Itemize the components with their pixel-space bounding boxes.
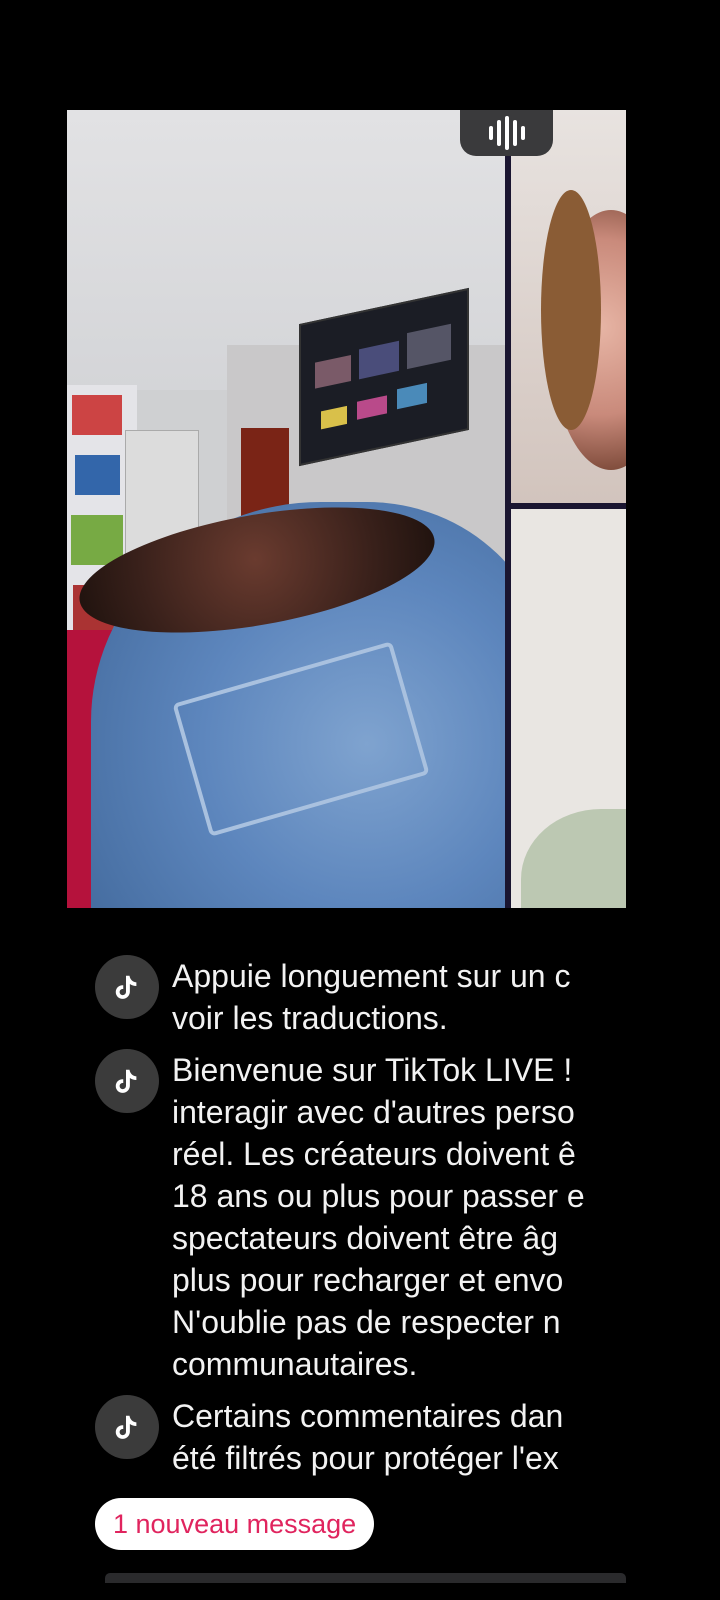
avatar[interactable] xyxy=(95,1049,159,1113)
host-video-feed[interactable] xyxy=(67,110,505,908)
tiktok-logo-icon xyxy=(115,1069,137,1093)
live-video-area[interactable] xyxy=(67,110,626,908)
comment-bar-edge xyxy=(105,1573,626,1583)
audio-wave-icon xyxy=(488,116,525,150)
avatar[interactable] xyxy=(95,955,159,1019)
audio-wave-button[interactable] xyxy=(460,110,553,156)
chat-message-text: Certains commentaires dan été filtrés po… xyxy=(172,1398,564,1476)
guest-video-feed-1[interactable] xyxy=(511,110,626,503)
guest-hair xyxy=(541,190,601,430)
chat-message: Appuie longuement sur un c voir les trad… xyxy=(95,955,626,1039)
chat-message: Certains commentaires dan été filtrés po… xyxy=(95,1395,626,1479)
guest-shirt xyxy=(521,809,626,908)
tiktok-logo-icon xyxy=(115,1415,137,1439)
live-chat[interactable]: Appuie longuement sur un c voir les trad… xyxy=(95,955,626,1489)
tiktok-logo-icon xyxy=(115,975,137,999)
guest-video-feed-2[interactable] xyxy=(511,509,626,908)
chat-message-text: Bienvenue sur TikTok LIVE ! interagir av… xyxy=(172,1052,585,1382)
avatar[interactable] xyxy=(95,1395,159,1459)
chat-message: Bienvenue sur TikTok LIVE ! interagir av… xyxy=(95,1049,626,1385)
chat-message-text: Appuie longuement sur un c voir les trad… xyxy=(172,958,571,1036)
new-message-button[interactable]: 1 nouveau message xyxy=(95,1498,375,1550)
